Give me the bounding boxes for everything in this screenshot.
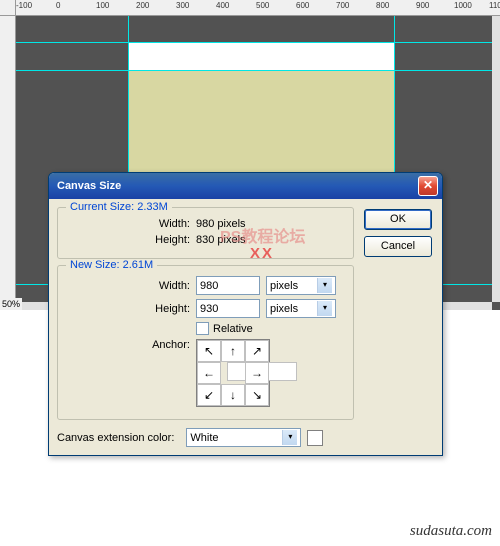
- relative-label: Relative: [213, 323, 253, 335]
- ruler-vertical: [0, 16, 16, 310]
- width-label: Width:: [66, 218, 196, 230]
- height-input[interactable]: [196, 299, 260, 318]
- relative-checkbox[interactable]: [196, 322, 209, 335]
- unit-value: pixels: [270, 303, 298, 315]
- guide-horizontal[interactable]: [16, 42, 492, 43]
- anchor-grid: ↖ ↑ ↗ ← → ↙ ↓ ↘: [196, 339, 270, 407]
- canvas-size-dialog: Canvas Size ✕ OK Cancel Current Size: 2.…: [48, 172, 443, 456]
- canvas-white-area: [128, 42, 394, 70]
- chevron-down-icon: ▾: [317, 278, 332, 293]
- guide-horizontal[interactable]: [16, 70, 492, 71]
- unit-value: pixels: [270, 280, 298, 292]
- height-unit-select[interactable]: pixels ▾: [266, 299, 336, 318]
- anchor-r[interactable]: →: [245, 362, 269, 384]
- ruler-horizontal: -1000100 200300400 500600700 8009001000 …: [16, 0, 500, 16]
- watermark-url: sudasuta.com: [410, 523, 492, 540]
- new-size-legend: New Size: 2.61M: [66, 259, 157, 271]
- extension-color-value: White: [190, 432, 218, 444]
- anchor-b[interactable]: ↓: [221, 384, 245, 406]
- close-icon[interactable]: ✕: [418, 176, 438, 196]
- extension-color-select[interactable]: White ▾: [186, 428, 301, 447]
- width-value: 980 pixels: [196, 218, 246, 230]
- height-value: 830 pixels: [196, 234, 246, 246]
- anchor-l[interactable]: ←: [197, 362, 221, 384]
- width-label: Width:: [66, 280, 196, 292]
- ruler-corner: [0, 0, 16, 16]
- current-size-legend: Current Size: 2.33M: [66, 201, 172, 213]
- chevron-down-icon: ▾: [282, 430, 297, 445]
- anchor-t[interactable]: ↑: [221, 340, 245, 362]
- scrollbar-vertical[interactable]: [492, 16, 500, 302]
- width-input[interactable]: [196, 276, 260, 295]
- anchor-tr[interactable]: ↗: [245, 340, 269, 362]
- dialog-title: Canvas Size: [57, 180, 418, 192]
- cancel-button[interactable]: Cancel: [364, 236, 432, 257]
- zoom-indicator[interactable]: 50%: [0, 298, 22, 310]
- extension-color-label: Canvas extension color:: [57, 432, 180, 444]
- dialog-titlebar[interactable]: Canvas Size ✕: [49, 173, 442, 199]
- ok-button[interactable]: OK: [364, 209, 432, 230]
- width-unit-select[interactable]: pixels ▾: [266, 276, 336, 295]
- height-label: Height:: [66, 303, 196, 315]
- anchor-tl[interactable]: ↖: [197, 340, 221, 362]
- height-label: Height:: [66, 234, 196, 246]
- color-swatch[interactable]: [307, 430, 323, 446]
- chevron-down-icon: ▾: [317, 301, 332, 316]
- anchor-br[interactable]: ↘: [245, 384, 269, 406]
- anchor-bl[interactable]: ↙: [197, 384, 221, 406]
- anchor-label: Anchor:: [66, 339, 196, 351]
